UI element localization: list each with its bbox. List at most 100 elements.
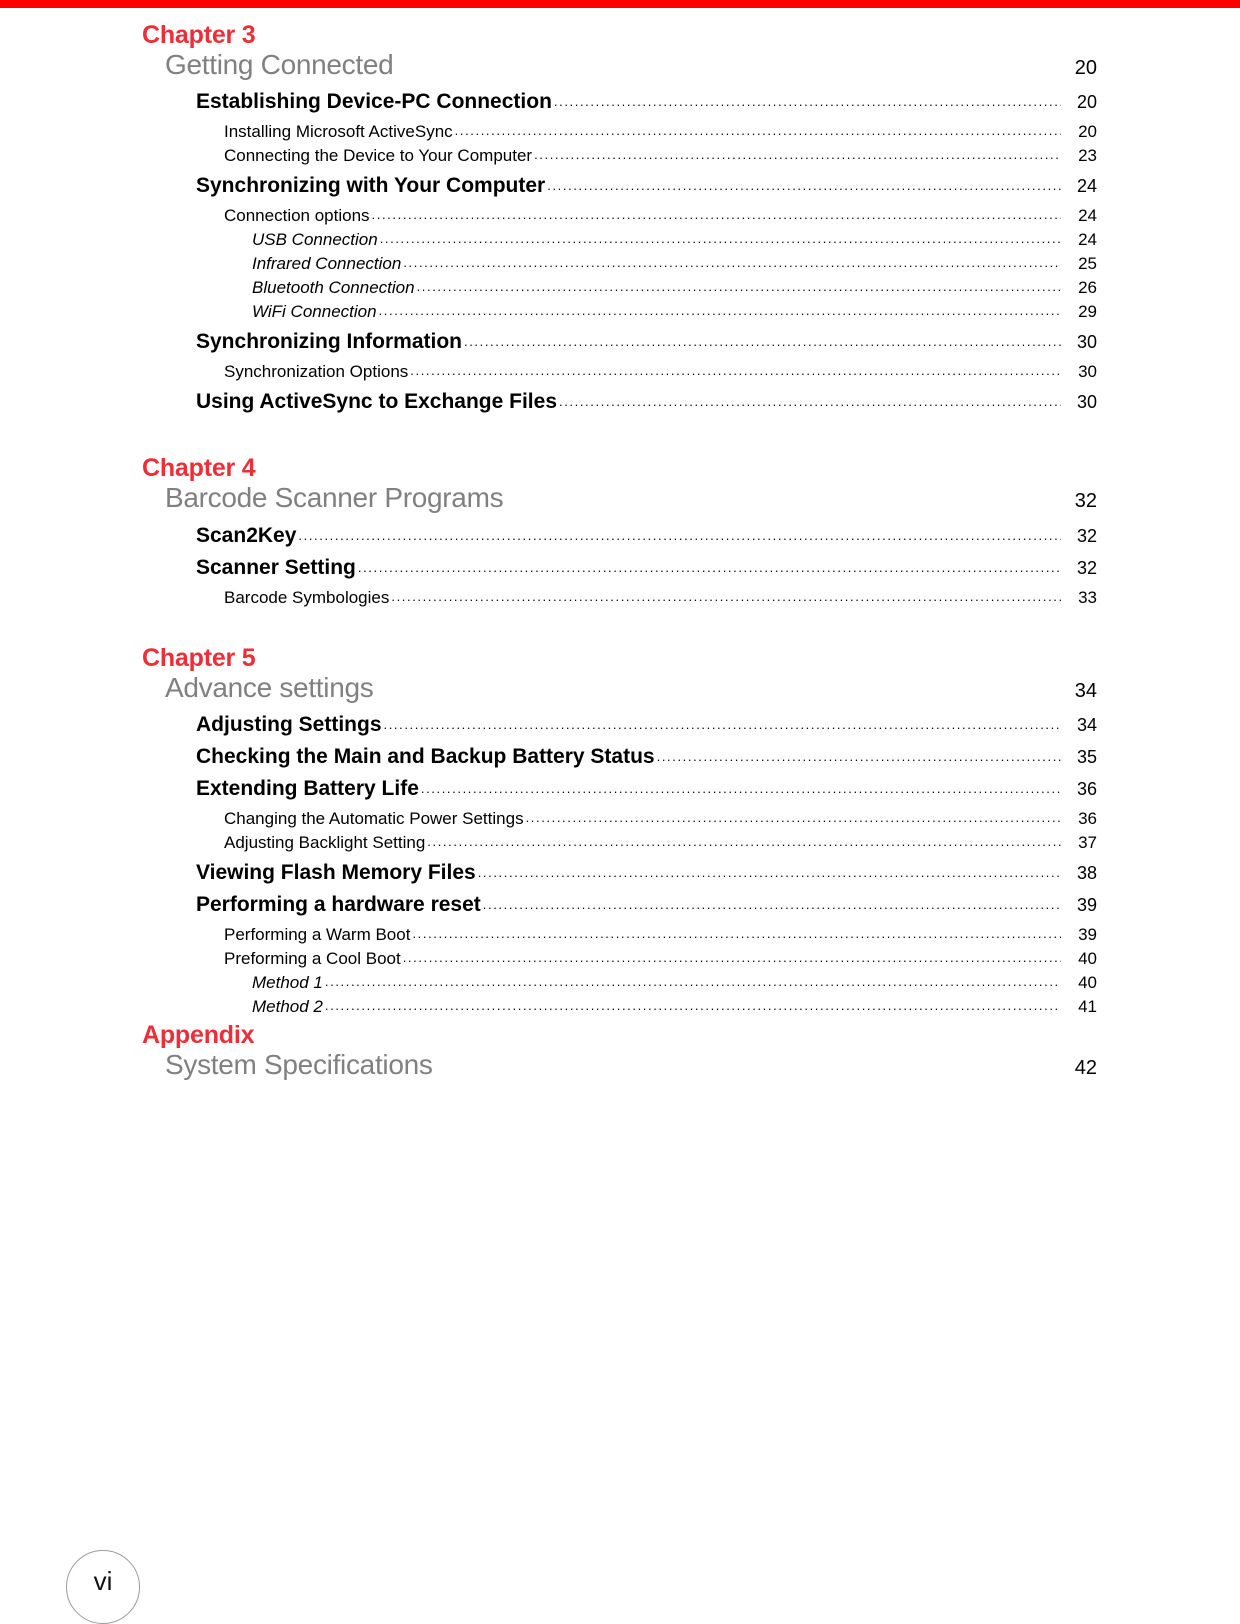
toc-entry-page-number: 29: [1078, 302, 1097, 322]
toc-entry-page-number: 30: [1076, 392, 1097, 413]
top-red-rule: [0, 0, 1240, 8]
toc-entry-label: Synchronization Options: [224, 362, 409, 382]
toc-entry-level-1[interactable]: Extending Battery Life..................…: [196, 778, 1097, 799]
toc-entry-label: Performing a Warm Boot: [224, 925, 411, 945]
toc-leader-dots: ........................................…: [391, 589, 1061, 603]
toc-leader-dots: ........................................…: [383, 718, 1062, 732]
toc-entry-page-number: 30: [1078, 362, 1097, 382]
toc-leader-dots: ........................................…: [534, 148, 1061, 162]
toc-entry-page-number: 24: [1078, 206, 1097, 226]
chapter-spacer: [0, 613, 1240, 645]
toc-entry-page-number: 20: [1076, 92, 1097, 113]
toc-leader-dots: ........................................…: [656, 750, 1061, 764]
toc-leader-dots: ........................................…: [416, 280, 1061, 294]
toc-entry-page-number: 33: [1078, 587, 1097, 607]
chapter-label[interactable]: Chapter 5: [142, 644, 1240, 672]
toc-entry-level-2[interactable]: Barcode Symbologies.....................…: [224, 589, 1097, 606]
chapter-title: Getting Connected: [165, 49, 394, 80]
table-of-contents: Chapter 3 Getting Connected 20 Establishing…: [0, 8, 1240, 1081]
toc-entry-level-3[interactable]: WiFi Connection.........................…: [252, 303, 1097, 320]
chapter-page-number: 34: [1074, 679, 1097, 702]
toc-entry-page-number: 39: [1076, 895, 1097, 916]
toc-entry-level-3[interactable]: Method 1................................…: [252, 974, 1097, 991]
chapter-label[interactable]: Chapter 3: [142, 22, 1240, 49]
chapter-title-row[interactable]: Getting Connected 20: [165, 49, 1097, 80]
chapter-title-row[interactable]: Barcode Scanner Programs 32: [165, 482, 1097, 513]
toc-entry-page-number: 37: [1078, 833, 1097, 853]
toc-leader-dots: ........................................…: [454, 124, 1061, 138]
toc-entry-level-1[interactable]: Using ActiveSync to Exchange Files......…: [196, 391, 1097, 412]
toc-entry-level-3[interactable]: USB Connection..........................…: [252, 231, 1097, 248]
toc-entry-label: Scan2Key: [196, 523, 297, 547]
toc-entry-label: Establishing Device-PC Connection: [196, 90, 552, 114]
toc-leader-dots: ........................................…: [371, 208, 1061, 222]
toc-entry-level-2[interactable]: Preforming a Cool Boot..................…: [224, 950, 1097, 967]
toc-entry-level-1[interactable]: Synchronizing with Your Computer........…: [196, 175, 1097, 196]
toc-entry-page-number: 34: [1076, 715, 1097, 736]
chapter-block: Chapter 4 Barcode Scanner Programs 32 Scan2…: [0, 455, 1240, 606]
toc-entry-label: Extending Battery Life: [196, 777, 419, 801]
toc-entry-level-1[interactable]: Establishing Device-PC Connection.......…: [196, 91, 1097, 112]
toc-entry-label: Scanner Setting: [196, 555, 356, 579]
toc-entry-level-2[interactable]: Adjusting Backlight Setting.............…: [224, 834, 1097, 851]
toc-entry-label: Preforming a Cool Boot: [224, 949, 401, 969]
toc-entry-level-2[interactable]: Connecting the Device to Your Computer..…: [224, 147, 1097, 164]
toc-entry-level-3[interactable]: Bluetooth Connection....................…: [252, 279, 1097, 296]
toc-leader-dots: ........................................…: [357, 560, 1061, 574]
toc-entry-level-3[interactable]: Method 2................................…: [252, 998, 1097, 1015]
chapter-title-row[interactable]: System Specifications 42: [165, 1049, 1097, 1080]
folio-number: vi: [93, 1566, 113, 1596]
toc-entry-level-2[interactable]: Connection options......................…: [224, 207, 1097, 224]
toc-leader-dots: ........................................…: [525, 811, 1061, 825]
toc-entry-page-number: 24: [1078, 230, 1097, 250]
toc-entry-level-2[interactable]: Synchronization Options.................…: [224, 363, 1097, 380]
toc-leader-dots: ........................................…: [464, 335, 1061, 349]
toc-entry-label: Using ActiveSync to Exchange Files: [196, 390, 557, 414]
toc-entry-label: Synchronizing Information: [196, 330, 462, 354]
toc-entry-label: Method 1: [252, 973, 323, 993]
toc-entry-label: Synchronizing with Your Computer: [196, 174, 546, 198]
chapter-spacer: [0, 423, 1240, 455]
chapter-block: Chapter 5 Advance settings 34 Adjusting Set…: [0, 644, 1240, 1015]
toc-entry-page-number: 36: [1078, 809, 1097, 829]
toc-entry-label: WiFi Connection: [252, 302, 377, 322]
toc-entry-level-2[interactable]: Installing Microsoft ActiveSync.........…: [224, 123, 1097, 140]
toc-entry-level-3[interactable]: Infrared Connection.....................…: [252, 255, 1097, 272]
toc-entry-level-2[interactable]: Performing a Warm Boot..................…: [224, 926, 1097, 943]
toc-entry-label: Performing a hardware reset: [196, 893, 481, 917]
chapter-block: Appendix System Specifications 42: [0, 1022, 1240, 1081]
toc-entry-label: Bluetooth Connection: [252, 278, 415, 298]
toc-entry-page-number: 36: [1076, 779, 1097, 800]
toc-entry-page-number: 40: [1078, 949, 1097, 969]
chapter-label[interactable]: Appendix: [142, 1022, 1240, 1049]
toc-leader-dots: ........................................…: [403, 256, 1061, 270]
toc-leader-dots: ........................................…: [420, 782, 1061, 796]
toc-entry-page-number: 41: [1078, 997, 1097, 1017]
toc-entry-level-2[interactable]: Changing the Automatic Power Settings...…: [224, 810, 1097, 827]
toc-entry-label: Viewing Flash Memory Files: [196, 861, 476, 885]
toc-entry-label: Infrared Connection: [252, 254, 402, 274]
toc-entry-page-number: 30: [1076, 332, 1097, 353]
chapter-label[interactable]: Chapter 4: [142, 455, 1240, 482]
chapter-title-row[interactable]: Advance settings 34: [165, 672, 1097, 703]
toc-entry-label: Connecting the Device to Your Computer: [224, 146, 533, 166]
toc-entry-page-number: 32: [1076, 557, 1097, 578]
toc-leader-dots: ........................................…: [482, 898, 1061, 912]
chapter-page-number: 42: [1074, 1057, 1097, 1080]
toc-entry-page-number: 23: [1078, 146, 1097, 166]
toc-entry-label: Method 2: [252, 997, 323, 1017]
toc-entry-label: Changing the Automatic Power Settings: [224, 809, 524, 829]
chapter-block: Chapter 3 Getting Connected 20 Establishing…: [0, 22, 1240, 413]
toc-entry-level-1[interactable]: Viewing Flash Memory Files..............…: [196, 862, 1097, 883]
toc-entry-level-1[interactable]: Scanner Setting.........................…: [196, 557, 1097, 578]
toc-entry-label: Checking the Main and Backup Battery Sta…: [196, 745, 655, 769]
toc-leader-dots: ........................................…: [324, 999, 1061, 1013]
toc-entry-level-1[interactable]: Scan2Key................................…: [196, 525, 1097, 546]
toc-entry-level-1[interactable]: Adjusting Settings......................…: [196, 714, 1097, 735]
toc-entry-level-1[interactable]: Checking the Main and Backup Battery Sta…: [196, 746, 1097, 767]
chapter-title: Advance settings: [165, 671, 374, 703]
toc-entry-level-1[interactable]: Performing a hardware reset.............…: [196, 894, 1097, 915]
toc-entry-page-number: 40: [1078, 973, 1097, 993]
toc-leader-dots: ........................................…: [553, 95, 1061, 109]
toc-entry-level-1[interactable]: Synchronizing Information...............…: [196, 331, 1097, 352]
